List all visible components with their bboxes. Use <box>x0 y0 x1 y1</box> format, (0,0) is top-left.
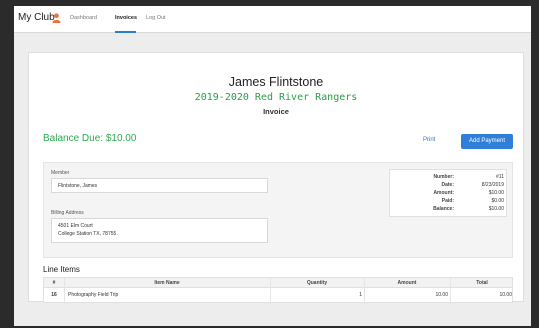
app-window: My Club Dashboard Invoices Log Out James… <box>14 6 531 326</box>
line-items-heading: Line Items <box>43 265 80 274</box>
member-label: Member <box>51 170 70 176</box>
print-link[interactable]: Print <box>423 137 435 143</box>
user-icon[interactable] <box>52 13 61 23</box>
summary-row-number: Number: #11 <box>390 174 508 181</box>
nav-invoices[interactable]: Invoices <box>115 15 137 21</box>
nav-dashboard[interactable]: Dashboard <box>70 15 97 21</box>
billing-address-field: 4501 Elm Court College Station TX, 78755 <box>51 218 268 243</box>
row-item-name: Photography Field Trip <box>68 292 119 298</box>
header-total: Total <box>476 280 488 286</box>
address-line-1: 4501 Elm Court <box>58 223 93 229</box>
billing-address-label: Billing Address <box>51 210 84 216</box>
invoice-subtitle: Invoice <box>263 107 289 116</box>
header-amount: Amount <box>397 280 417 286</box>
row-quantity: 1 <box>359 292 362 298</box>
summary-key: Balance: <box>433 206 454 212</box>
address-line-2: College Station TX, 78755 <box>58 230 117 237</box>
summary-key: Number: <box>433 174 454 180</box>
member-value: Flintstone, James <box>58 183 98 189</box>
summary-row-paid: Paid: $0.00 <box>390 198 508 205</box>
summary-value: $10.00 <box>488 190 504 196</box>
active-tab-indicator <box>115 31 136 33</box>
summary-value: 8/23/2019 <box>481 182 504 188</box>
summary-key: Amount: <box>433 190 454 196</box>
row-total: 10.00 <box>499 292 512 298</box>
add-payment-button[interactable]: Add Payment <box>461 134 513 149</box>
brand-title[interactable]: My Club <box>18 12 55 23</box>
summary-key: Paid: <box>441 198 454 204</box>
navbar: My Club Dashboard Invoices Log Out <box>14 6 531 33</box>
member-name-heading: James Flintstone <box>228 75 324 89</box>
summary-row-date: Date: 8/23/2019 <box>390 182 508 189</box>
invoice-info-panel: Member Flintstone, James Billing Address… <box>43 162 513 258</box>
header-item-name: Item Name <box>154 280 180 286</box>
summary-row-balance: Balance: $10.00 <box>390 206 508 213</box>
row-amount: 10.00 <box>435 292 448 298</box>
row-number: 16 <box>51 292 57 298</box>
balance-due: Balance Due: $10.00 <box>43 133 137 144</box>
line-items-table: # Item Name Quantity Amount Total 16 Pho… <box>43 277 513 304</box>
team-name: 2019-2020 Red River Rangers <box>194 92 358 103</box>
header-quantity: Quantity <box>306 280 328 286</box>
header-number: # <box>52 280 56 286</box>
summary-key: Date: <box>441 182 454 188</box>
invoice-card: James Flintstone 2019-2020 Red River Ran… <box>28 52 524 304</box>
summary-row-amount: Amount: $10.00 <box>390 190 508 197</box>
summary-value: $10.00 <box>488 206 504 212</box>
nav-logout[interactable]: Log Out <box>146 15 166 21</box>
summary-value: #11 <box>496 174 504 180</box>
summary-value: $0.00 <box>491 198 504 204</box>
member-field: Flintstone, James <box>51 178 268 193</box>
invoice-summary: Number: #11 Date: 8/23/2019 Amount: $10.… <box>389 169 507 217</box>
